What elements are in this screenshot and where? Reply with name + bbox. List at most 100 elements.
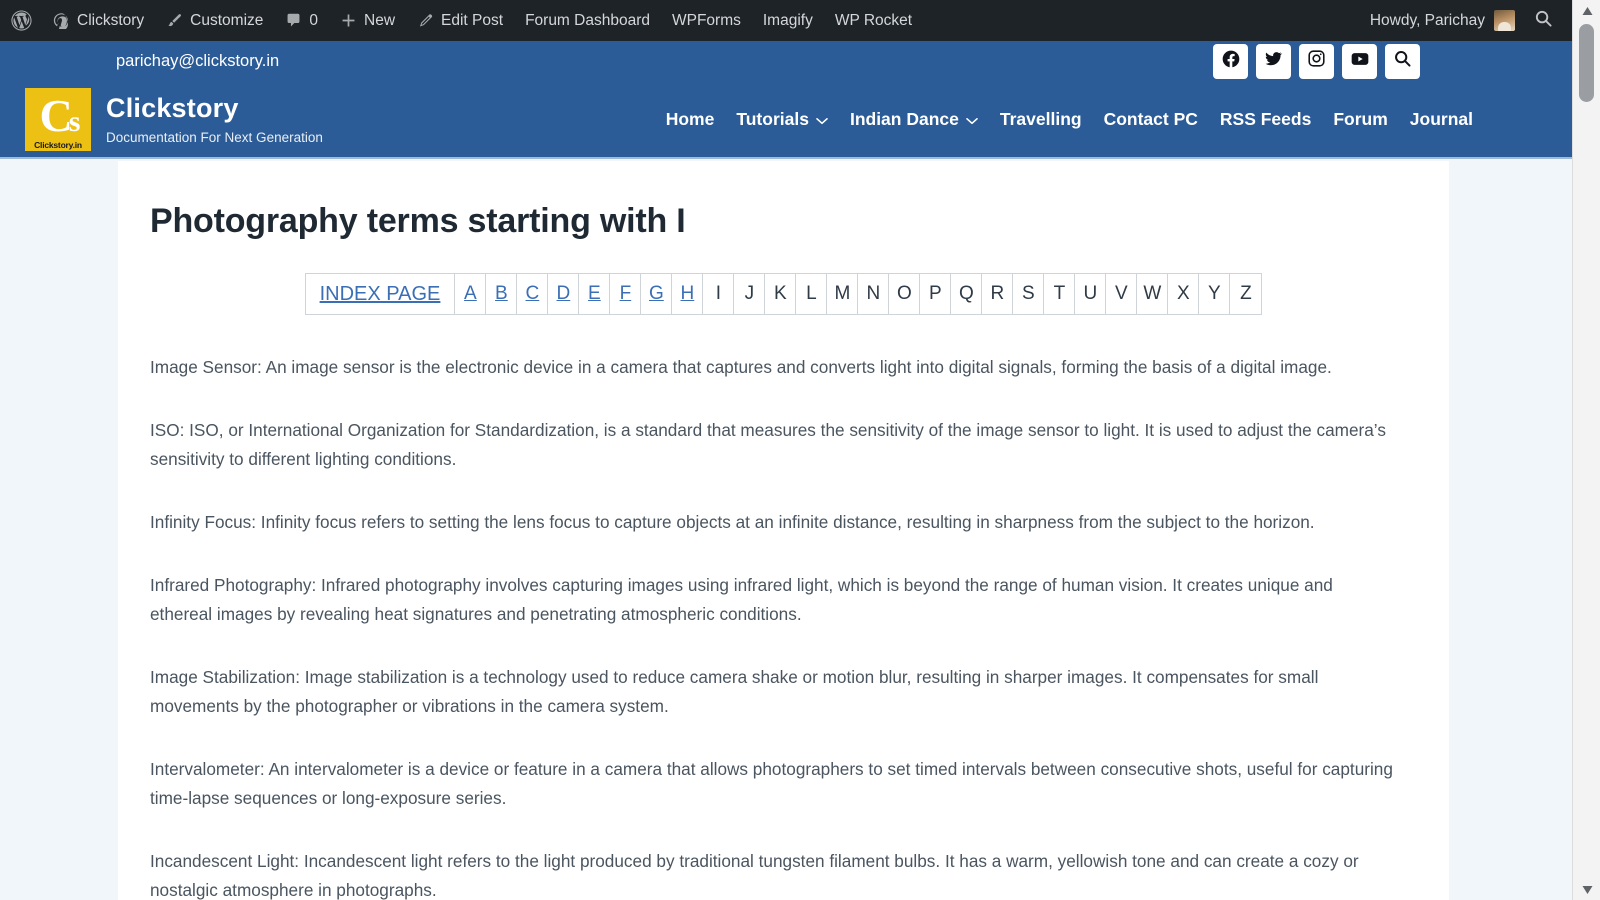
adminbar-item-wp-rocket[interactable]: WP Rocket xyxy=(824,0,923,41)
glossary-entry: ISO: ISO, or International Organization … xyxy=(150,420,1386,469)
page-title: Photography terms starting with I xyxy=(150,202,686,240)
adminbar-item-edit-post[interactable]: Edit Post xyxy=(406,0,514,41)
primary-navigation: Home Tutorials Indian Dance Travelling C… xyxy=(655,109,1484,130)
index-letter-d[interactable]: D xyxy=(548,274,580,314)
twitter-link[interactable] xyxy=(1256,43,1291,79)
index-letter-a[interactable]: A xyxy=(455,274,487,314)
scroll-down-arrow-icon[interactable] xyxy=(1573,878,1600,900)
adminbar-item-imagify[interactable]: Imagify xyxy=(752,0,824,41)
index-letter-b[interactable]: B xyxy=(486,274,518,314)
nav-item-tutorials[interactable]: Tutorials xyxy=(725,109,839,130)
brand-text-block: Clickstory Documentation For Next Genera… xyxy=(106,93,323,145)
glossary-entry: Image Sensor: An image sensor is the ele… xyxy=(150,357,1332,377)
index-letter-p: P xyxy=(920,274,952,314)
header-search-button[interactable] xyxy=(1385,43,1420,79)
index-page-link[interactable]: INDEX PAGE xyxy=(306,274,456,314)
adminbar-item-forum-dashboard[interactable]: Forum Dashboard xyxy=(514,0,661,41)
nav-item-travelling[interactable]: Travelling xyxy=(989,109,1093,130)
admin-bar-right-group: Howdy, Parichay xyxy=(1360,9,1572,33)
adminbar-wp-rocket-label: WP Rocket xyxy=(834,11,913,29)
adminbar-customize-label: Customize xyxy=(190,11,264,29)
index-letter-o: O xyxy=(889,274,921,314)
index-letter-f[interactable]: F xyxy=(610,274,642,314)
twitter-icon xyxy=(1264,49,1283,73)
adminbar-imagify-label: Imagify xyxy=(762,11,813,29)
index-letter-j: J xyxy=(734,274,766,314)
instagram-link[interactable] xyxy=(1299,43,1334,79)
glossary-entry: Infinity Focus: Infinity focus refers to… xyxy=(150,512,1315,532)
glossary-entry: Infrared Photography: Infrared photograp… xyxy=(150,575,1333,624)
nav-item-contact-pc[interactable]: Contact PC xyxy=(1093,109,1209,130)
facebook-icon xyxy=(1221,49,1241,74)
site-logo[interactable]: Cs Clickstory.in xyxy=(25,87,91,151)
scroll-up-arrow-icon[interactable] xyxy=(1573,0,1600,22)
scrollbar-thumb[interactable] xyxy=(1579,24,1594,102)
nav-item-journal[interactable]: Journal xyxy=(1399,109,1484,130)
index-letter-k: K xyxy=(765,274,797,314)
index-letter-e[interactable]: E xyxy=(579,274,611,314)
adminbar-item-customize[interactable]: Customize xyxy=(155,0,274,41)
search-icon xyxy=(1534,9,1553,33)
logo-letter-c: C xyxy=(39,90,73,142)
index-letter-w: W xyxy=(1137,274,1169,314)
search-icon xyxy=(1393,49,1412,73)
adminbar-search-button[interactable] xyxy=(1525,9,1566,33)
index-letter-i: I xyxy=(703,274,735,314)
admin-bar-left-group: Clickstory Customize 0 New Edit Post For… xyxy=(0,0,923,41)
adminbar-item-new[interactable]: New xyxy=(329,0,406,41)
alphabet-index-wrapper: INDEX PAGE A B C D E F G H I J K L M N O xyxy=(150,273,1417,315)
nav-item-indian-dance[interactable]: Indian Dance xyxy=(839,109,989,130)
adminbar-forum-dashboard-label: Forum Dashboard xyxy=(525,11,650,29)
nav-item-forum[interactable]: Forum xyxy=(1322,109,1398,130)
wordpress-logo-menu[interactable] xyxy=(0,0,42,41)
site-branding[interactable]: Cs Clickstory.in Clickstory Documentatio… xyxy=(25,87,323,151)
nav-label-journal: Journal xyxy=(1409,108,1473,129)
index-letter-q: Q xyxy=(951,274,983,314)
chevron-down-icon xyxy=(816,109,828,130)
adminbar-item-site-name[interactable]: Clickstory xyxy=(42,0,155,41)
adminbar-wpforms-label: WPForms xyxy=(671,11,741,29)
contact-email[interactable]: parichay@clickstory.in xyxy=(116,52,279,71)
index-letter-h[interactable]: H xyxy=(672,274,704,314)
adminbar-item-wpforms[interactable]: WPForms xyxy=(661,0,752,41)
adminbar-new-label: New xyxy=(364,11,396,29)
wp-admin-bar: Clickstory Customize 0 New Edit Post For… xyxy=(0,0,1572,41)
adminbar-item-comments[interactable]: 0 xyxy=(274,0,329,41)
logo-monogram: Cs xyxy=(40,93,81,139)
index-letter-l: L xyxy=(796,274,828,314)
facebook-link[interactable] xyxy=(1213,43,1248,79)
nav-label-travelling: Travelling xyxy=(999,108,1082,129)
site-header: Cs Clickstory.in Clickstory Documentatio… xyxy=(0,81,1572,159)
page-scrollbar[interactable] xyxy=(1572,0,1600,900)
paintbrush-icon xyxy=(166,12,183,29)
main-content-area: Photography terms starting with I INDEX … xyxy=(118,161,1449,900)
index-letter-t: T xyxy=(1044,274,1076,314)
howdy-label: Howdy, Parichay xyxy=(1369,11,1485,29)
chevron-down-icon xyxy=(966,109,978,130)
index-letter-n: N xyxy=(858,274,890,314)
nav-item-home[interactable]: Home xyxy=(655,109,726,130)
index-letter-g[interactable]: G xyxy=(641,274,673,314)
index-letter-x: X xyxy=(1168,274,1200,314)
nav-label-contact-pc: Contact PC xyxy=(1103,108,1198,129)
adminbar-edit-post-label: Edit Post xyxy=(441,11,504,29)
index-letter-y: Y xyxy=(1199,274,1231,314)
index-letter-s: S xyxy=(1013,274,1045,314)
site-top-bar: parichay@clickstory.in xyxy=(0,41,1572,81)
pencil-icon xyxy=(417,12,434,29)
dashboard-icon xyxy=(53,12,70,29)
nav-label-home: Home xyxy=(665,108,715,129)
nav-item-rss-feeds[interactable]: RSS Feeds xyxy=(1209,109,1322,130)
adminbar-account-menu[interactable]: Howdy, Parichay xyxy=(1360,10,1525,31)
nav-label-indian-dance: Indian Dance xyxy=(849,108,959,129)
youtube-link[interactable] xyxy=(1342,43,1377,79)
index-letter-c[interactable]: C xyxy=(517,274,549,314)
glossary-entry: Intervalometer: An intervalometer is a d… xyxy=(150,759,1393,808)
logo-letter-s: s xyxy=(68,105,81,139)
content-inner: Photography terms starting with I INDEX … xyxy=(118,161,1449,900)
index-letter-u: U xyxy=(1075,274,1107,314)
social-links xyxy=(1213,43,1420,79)
plus-icon xyxy=(340,12,357,29)
site-title[interactable]: Clickstory xyxy=(106,93,323,124)
alphabet-index: INDEX PAGE A B C D E F G H I J K L M N O xyxy=(304,273,1263,315)
